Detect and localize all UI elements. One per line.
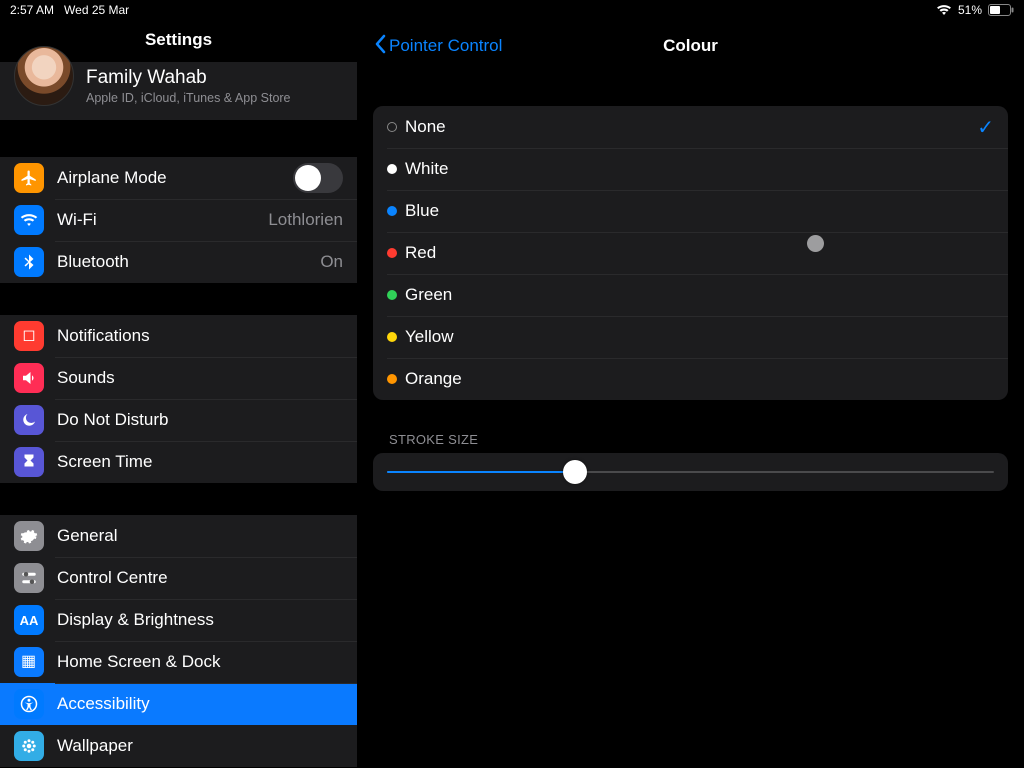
sidebar-item-airplane[interactable]: Airplane Mode xyxy=(0,157,357,199)
sidebar-item-notifications[interactable]: ◻︎ Notifications xyxy=(0,315,357,357)
sidebar-item-label: General xyxy=(57,526,343,546)
sidebar-item-label: Screen Time xyxy=(57,452,343,472)
moon-icon xyxy=(14,405,44,435)
colour-option-label: Orange xyxy=(405,369,994,389)
accessibility-icon xyxy=(14,689,44,719)
checkmark-icon: ✓ xyxy=(977,115,994,140)
wifi-value: Lothlorien xyxy=(268,210,343,230)
avatar xyxy=(14,46,74,106)
gear-icon xyxy=(14,521,44,551)
sidebar-item-label: Notifications xyxy=(57,326,343,346)
sidebar-item-bluetooth[interactable]: Bluetooth On xyxy=(0,241,357,283)
colour-option-none[interactable]: None ✓ xyxy=(373,106,1008,148)
battery-icon xyxy=(988,4,1014,16)
colour-option-green[interactable]: Green xyxy=(373,274,1008,316)
back-button[interactable]: Pointer Control xyxy=(373,34,502,59)
wifi-icon xyxy=(936,4,952,16)
swatch-green-icon xyxy=(387,290,397,300)
detail-pane: Pointer Control Colour None ✓ White Blue xyxy=(357,20,1024,768)
colour-option-label: Blue xyxy=(405,201,994,221)
status-bar: 2:57 AM Wed 25 Mar 51% xyxy=(0,0,1024,20)
account-name: Family Wahab xyxy=(86,67,291,89)
toggles-icon xyxy=(14,563,44,593)
bluetooth-icon xyxy=(14,247,44,277)
sidebar-item-label: Do Not Disturb xyxy=(57,410,343,430)
colour-option-label: Yellow xyxy=(405,327,994,347)
status-battery-text: 51% xyxy=(958,3,982,17)
colour-option-label: None xyxy=(405,117,977,137)
stroke-size-slider[interactable] xyxy=(387,471,994,473)
pointer-cursor-icon xyxy=(807,235,824,252)
colour-option-blue[interactable]: Blue xyxy=(373,190,1008,232)
sidebar-item-control-centre[interactable]: Control Centre xyxy=(0,557,357,599)
sidebar-item-wifi[interactable]: Wi-Fi Lothlorien xyxy=(0,199,357,241)
grid-icon: ▦ xyxy=(14,647,44,677)
sidebar-item-general[interactable]: General xyxy=(0,515,357,557)
colour-option-red[interactable]: Red xyxy=(373,232,1008,274)
sidebar-item-label: Accessibility xyxy=(57,694,343,714)
status-date: Wed 25 Mar xyxy=(64,3,129,17)
sounds-icon xyxy=(14,363,44,393)
hourglass-icon xyxy=(14,447,44,477)
status-time: 2:57 AM xyxy=(10,3,54,17)
sidebar-item-label: Bluetooth xyxy=(57,252,320,272)
sidebar-item-home-dock[interactable]: ▦ Home Screen & Dock xyxy=(0,641,357,683)
stroke-size-label: Stroke Size xyxy=(389,432,1008,447)
sidebar-item-screentime[interactable]: Screen Time xyxy=(0,441,357,483)
sidebar-item-label: Home Screen & Dock xyxy=(57,652,343,672)
sidebar-item-display[interactable]: AA Display & Brightness xyxy=(0,599,357,641)
colour-option-yellow[interactable]: Yellow xyxy=(373,316,1008,358)
sidebar-item-wallpaper[interactable]: Wallpaper xyxy=(0,725,357,767)
colour-options-card: None ✓ White Blue Red Green xyxy=(373,106,1008,400)
aa-icon: AA xyxy=(14,605,44,635)
sidebar-item-label: Sounds xyxy=(57,368,343,388)
sidebar-item-dnd[interactable]: Do Not Disturb xyxy=(0,399,357,441)
settings-sidebar: Settings Family Wahab Apple ID, iCloud, … xyxy=(0,20,357,768)
slider-knob[interactable] xyxy=(563,460,587,484)
sidebar-item-label: Display & Brightness xyxy=(57,610,343,630)
swatch-blue-icon xyxy=(387,206,397,216)
airplane-icon xyxy=(14,163,44,193)
colour-option-white[interactable]: White xyxy=(373,148,1008,190)
colour-option-orange[interactable]: Orange xyxy=(373,358,1008,400)
wifi-square-icon xyxy=(14,205,44,235)
back-label: Pointer Control xyxy=(389,36,502,56)
colour-option-label: Green xyxy=(405,285,994,305)
sidebar-item-label: Wi-Fi xyxy=(57,210,268,230)
colour-option-label: White xyxy=(405,159,994,179)
chevron-left-icon xyxy=(373,34,387,59)
sidebar-item-label: Airplane Mode xyxy=(57,168,293,188)
colour-option-label: Red xyxy=(405,243,994,263)
sidebar-item-label: Wallpaper xyxy=(57,736,343,756)
notifications-icon: ◻︎ xyxy=(14,321,44,351)
swatch-orange-icon xyxy=(387,374,397,384)
flower-icon xyxy=(14,731,44,761)
airplane-toggle[interactable] xyxy=(293,163,343,193)
settings-app: 2:57 AM Wed 25 Mar 51% Settings Family W… xyxy=(0,0,1024,768)
sidebar-item-label: Control Centre xyxy=(57,568,343,588)
swatch-none-icon xyxy=(387,122,397,132)
slider-fill xyxy=(387,471,575,473)
sidebar-item-sounds[interactable]: Sounds xyxy=(0,357,357,399)
nav-bar: Pointer Control Colour xyxy=(373,28,1008,64)
sidebar-item-accessibility[interactable]: Accessibility xyxy=(0,683,357,725)
sidebar-account-row[interactable]: Family Wahab Apple ID, iCloud, iTunes & … xyxy=(0,62,357,120)
swatch-red-icon xyxy=(387,248,397,258)
account-sub: Apple ID, iCloud, iTunes & App Store xyxy=(86,91,291,105)
stroke-size-card xyxy=(373,453,1008,491)
swatch-yellow-icon xyxy=(387,332,397,342)
bluetooth-value: On xyxy=(320,252,343,272)
swatch-white-icon xyxy=(387,164,397,174)
